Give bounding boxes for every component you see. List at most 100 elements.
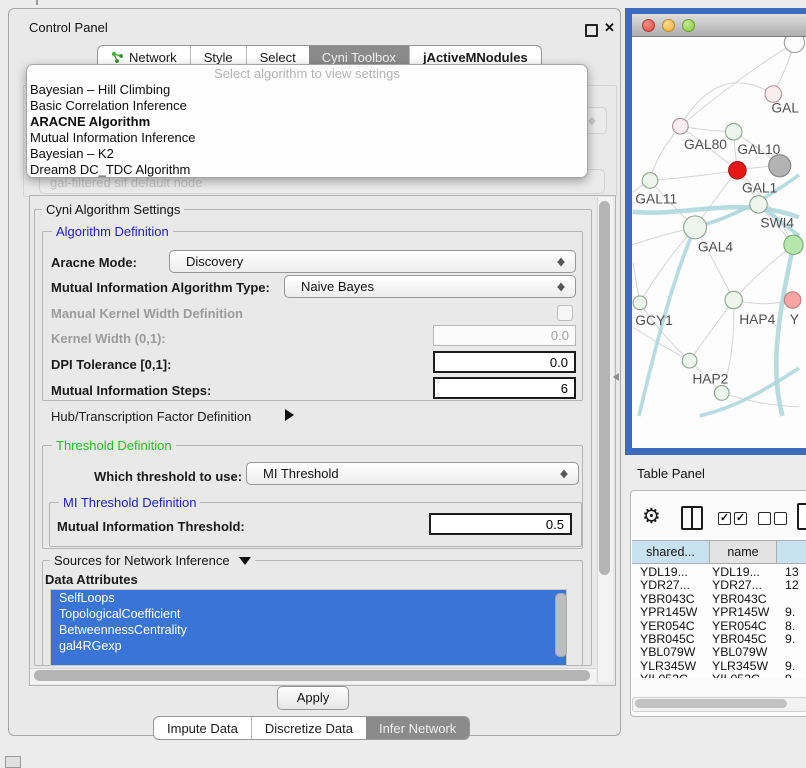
- unchecked-checkbox-icon[interactable]: [758, 512, 771, 525]
- expand-arrow-icon[interactable]: [285, 409, 294, 421]
- split-columns-icon[interactable]: [681, 506, 703, 530]
- network-canvas[interactable]: GALGAL80GAL10GAL1GAL11SWI4GAL4GCY1HAP4YH…: [632, 37, 806, 448]
- list-scrollbar-thumb[interactable]: [555, 593, 567, 657]
- network-node-swi4[interactable]: [750, 196, 767, 213]
- network-node-gal10[interactable]: [725, 123, 742, 140]
- table-cell: 9.: [776, 660, 806, 673]
- tab-impute-data[interactable]: Impute Data: [154, 717, 251, 739]
- mi-type-select[interactable]: Naive Bayes: [284, 275, 576, 298]
- algorithm-option[interactable]: Bayesian – Hill Climbing: [27, 82, 587, 98]
- network-node-gal80[interactable]: [673, 118, 689, 134]
- tab-discretize-data[interactable]: Discretize Data: [251, 717, 366, 739]
- apply-button[interactable]: Apply: [277, 686, 349, 710]
- which-threshold-select[interactable]: MI Threshold: [246, 462, 579, 485]
- attribute-item-partial[interactable]: [51, 654, 566, 666]
- network-window-titlebar[interactable]: [632, 14, 806, 37]
- network-node-gal11[interactable]: [642, 173, 658, 189]
- network-node-gal1[interactable]: [729, 162, 746, 179]
- algorithm-option[interactable]: Dream8 DC_TDC Algorithm: [27, 162, 587, 178]
- checked-checkbox-icon[interactable]: ✓: [734, 512, 747, 525]
- unchecked-checkbox-icon[interactable]: [774, 512, 787, 525]
- algorithm-option[interactable]: Mutual Information Inference: [27, 130, 587, 146]
- sources-group-title[interactable]: Sources for Network Inference: [50, 553, 255, 568]
- network-node-hap4[interactable]: [725, 291, 742, 308]
- network-node-gal4[interactable]: [684, 216, 707, 239]
- tab-infer-network[interactable]: Infer Network: [366, 717, 469, 739]
- kernel-width-label: Kernel Width (0,1):: [51, 331, 166, 346]
- node-label: GAL4: [698, 239, 734, 254]
- kernel-width-input[interactable]: 0.0: [433, 325, 576, 346]
- hub-definition-label[interactable]: Hub/Transcription Factor Definition: [51, 409, 251, 424]
- table-cell: 9.: [776, 633, 806, 646]
- table-cell: 9.: [776, 606, 806, 619]
- control-panel: Control Panel ✕ Network Style Select Cyn…: [8, 8, 621, 736]
- table-cell: YBR043C: [709, 593, 776, 606]
- vertical-scrollbar-thumb[interactable]: [599, 201, 610, 575]
- horizontal-scrollbar-thumb[interactable]: [34, 670, 590, 681]
- column-header-name[interactable]: name: [710, 540, 777, 564]
- document-icon[interactable]: [797, 503, 806, 530]
- minimized-window-icon[interactable]: [5, 756, 21, 768]
- algorithm-option[interactable]: ARACNE Algorithm: [27, 114, 587, 130]
- network-node-gcy1[interactable]: [633, 296, 647, 310]
- attribute-item[interactable]: TopologicalCoefficient: [51, 606, 566, 622]
- attribute-item[interactable]: BetweennessCentrality: [51, 622, 566, 638]
- network-edge-highlighted: [776, 245, 793, 416]
- column-header-partial[interactable]: [777, 540, 806, 564]
- table-cell: YIL052C: [631, 673, 709, 678]
- network-node[interactable]: [784, 235, 803, 254]
- dpi-tolerance-input[interactable]: 0.0: [433, 351, 576, 373]
- mi-type-label: Mutual Information Algorithm Type:: [51, 280, 270, 295]
- close-icon[interactable]: ✕: [604, 20, 615, 36]
- algorithm-option[interactable]: Bayesian – K2: [27, 146, 587, 162]
- minimize-traffic-light[interactable]: [662, 19, 675, 32]
- table-row[interactable]: YDR27...YDR27...12: [631, 579, 806, 592]
- node-label: GAL11: [635, 191, 677, 206]
- table-row[interactable]: YBR043CYBR043C: [631, 593, 806, 606]
- table-row[interactable]: YPR145WYPR145W9.: [631, 606, 806, 619]
- split-pane-collapse-icon[interactable]: [613, 373, 619, 381]
- node-label: Y: [790, 312, 799, 327]
- algorithm-option[interactable]: Basic Correlation Inference: [27, 98, 587, 114]
- table-row[interactable]: YBL079WYBL079W: [631, 646, 806, 659]
- gear-icon[interactable]: ⚙: [642, 504, 661, 528]
- aracne-mode-select[interactable]: Discovery: [169, 250, 576, 273]
- node-label: GAL80: [684, 137, 727, 152]
- column-header-shared[interactable]: shared...: [632, 540, 710, 564]
- network-node[interactable]: [784, 37, 804, 53]
- network-edge: [640, 227, 695, 302]
- table-hscrollbar-thumb[interactable]: [635, 699, 787, 708]
- node-label: HAP4: [739, 312, 775, 327]
- mi-threshold-input[interactable]: 0.5: [429, 513, 572, 535]
- network-node-y[interactable]: [784, 292, 801, 309]
- node-label: GCY1: [635, 313, 673, 328]
- attribute-item[interactable]: gal4RGexp: [51, 638, 566, 654]
- manual-kernel-checkbox[interactable]: [557, 305, 573, 321]
- table-panel-title: Table Panel: [637, 466, 705, 481]
- table-cell: YER054C: [709, 620, 776, 633]
- table-cell: YIL052C: [709, 673, 776, 678]
- table-cell: YDR27...: [631, 579, 709, 592]
- table-row[interactable]: YER054CYER054C8.: [631, 620, 806, 633]
- close-traffic-light[interactable]: [642, 19, 655, 32]
- table-row[interactable]: YBR045CYBR045C9.: [631, 633, 806, 646]
- table-cell: YBR045C: [709, 633, 776, 646]
- mi-steps-input[interactable]: 6: [433, 377, 576, 399]
- checked-checkbox-icon[interactable]: ✓: [718, 512, 731, 525]
- table-row[interactable]: YDL19...YDL19...13: [631, 566, 806, 579]
- table-cell: 12: [776, 579, 806, 592]
- node-label: GAL1: [742, 180, 777, 195]
- zoom-traffic-light[interactable]: [682, 19, 695, 32]
- attribute-item[interactable]: SelfLoops: [51, 590, 566, 606]
- float-window-icon[interactable]: [585, 24, 598, 37]
- node-table[interactable]: YDL19...YDL19...13YDR27...YDR27...12YBR0…: [631, 566, 806, 678]
- network-node[interactable]: [769, 155, 791, 177]
- data-attributes-list[interactable]: SelfLoopsTopologicalCoefficientBetweenne…: [50, 589, 567, 666]
- network-node[interactable]: [714, 386, 729, 401]
- table-row[interactable]: YLR345WYLR345W9.: [631, 660, 806, 673]
- stepper-arrows-icon: [557, 254, 567, 269]
- table-cell: [776, 593, 806, 606]
- popup-placeholder: Select algorithm to view settings: [27, 66, 587, 82]
- network-node-hap2[interactable]: [682, 353, 697, 368]
- table-row[interactable]: YIL052CYIL052C9.: [631, 673, 806, 678]
